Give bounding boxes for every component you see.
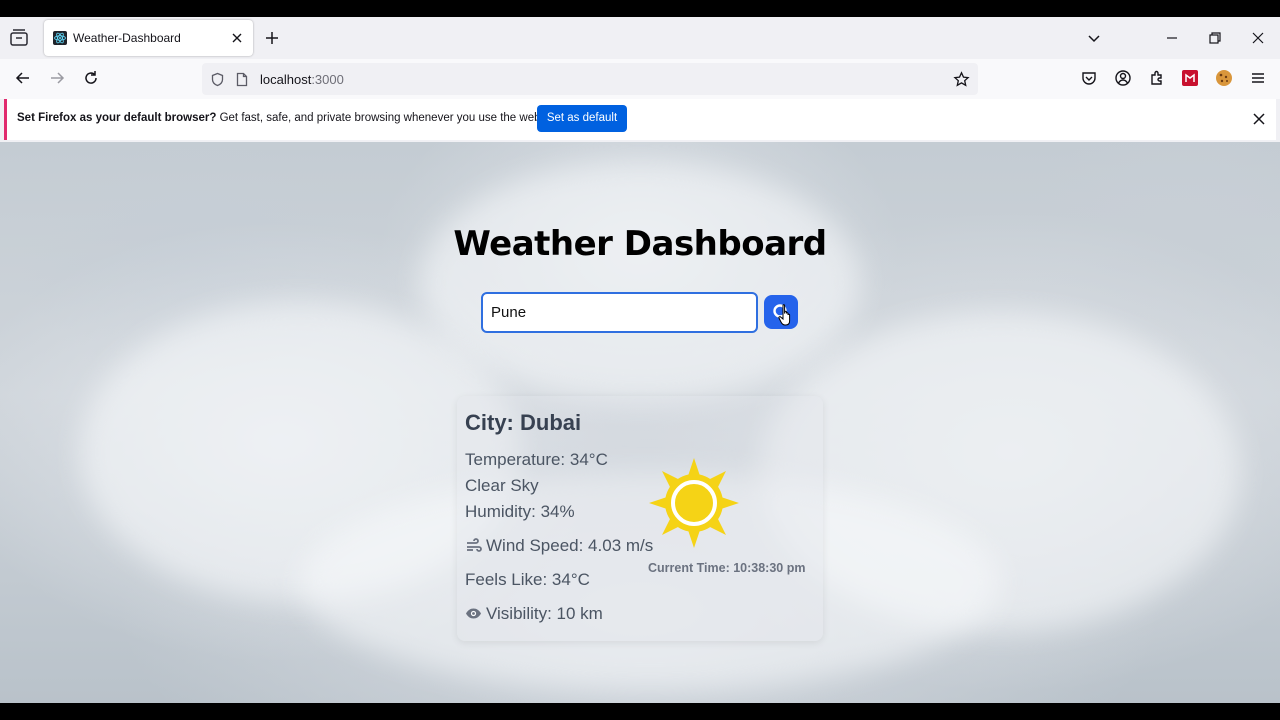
- cloud-background: [420, 162, 860, 402]
- tab-strip: Weather-Dashboard: [0, 17, 1280, 59]
- set-as-default-button[interactable]: Set as default: [537, 105, 627, 132]
- page-title: Weather Dashboard: [453, 224, 827, 264]
- firefox-view-icon[interactable]: [8, 27, 30, 49]
- condition-text: Clear Sky: [465, 476, 539, 495]
- feels-like-text: Feels Like: 34°C: [465, 570, 590, 589]
- menu-hamburger-icon[interactable]: [1249, 69, 1267, 87]
- back-arrow-icon[interactable]: [14, 69, 32, 87]
- wind-speed-text: Wind Speed: 4.03 m/s: [486, 536, 654, 555]
- cookie-icon[interactable]: [1215, 69, 1233, 87]
- page-content: Weather Dashboard City: Dubai Temperatur…: [0, 142, 1280, 703]
- extensions-icon[interactable]: [1148, 69, 1166, 87]
- url-bar[interactable]: localhost:3000: [202, 63, 978, 95]
- new-tab-icon[interactable]: [263, 29, 281, 47]
- minimize-icon[interactable]: [1164, 30, 1180, 46]
- react-favicon-icon: [53, 31, 67, 45]
- browser-window: Weather-Dashboard localhost:3000 Set Fir…: [0, 17, 1280, 703]
- wind-icon: [467, 538, 482, 552]
- city-search-input[interactable]: [481, 292, 758, 333]
- hand-cursor-icon: [778, 304, 791, 326]
- weather-card: City: Dubai Temperature: 34°C Clear Sky …: [457, 396, 823, 641]
- reload-icon[interactable]: [82, 69, 100, 87]
- bookmark-star-icon[interactable]: [953, 71, 970, 88]
- forward-arrow-icon[interactable]: [48, 69, 66, 87]
- pocket-icon[interactable]: [1080, 69, 1098, 87]
- extension-red-icon[interactable]: [1181, 69, 1199, 87]
- navigation-bar: localhost:3000: [0, 59, 1280, 99]
- account-icon[interactable]: [1114, 69, 1132, 87]
- restore-icon[interactable]: [1207, 30, 1223, 46]
- current-time-text: Current Time: 10:38:30 pm: [648, 561, 806, 575]
- humidity-text: Humidity: 34%: [465, 502, 575, 521]
- tab-weather-dashboard[interactable]: Weather-Dashboard: [44, 20, 253, 56]
- eye-icon: [466, 608, 481, 619]
- page-icon[interactable]: [235, 72, 249, 87]
- close-notification-icon[interactable]: [1251, 111, 1267, 127]
- wind-speed-row: Wind Speed: 4.03 m/s: [465, 536, 653, 556]
- city-name: City: Dubai: [465, 410, 582, 435]
- notification-message: Set Firefox as your default browser? Get…: [17, 112, 544, 124]
- default-browser-notification: Set Firefox as your default browser? Get…: [4, 99, 1276, 140]
- temperature-text: Temperature: 34°C: [465, 450, 608, 469]
- sun-icon: [649, 458, 739, 548]
- chevron-down-icon[interactable]: [1086, 30, 1102, 46]
- url-text[interactable]: localhost:3000: [260, 72, 344, 87]
- visibility-row: Visibility: 10 km: [465, 604, 603, 624]
- close-tab-icon[interactable]: [229, 30, 245, 46]
- visibility-text: Visibility: 10 km: [486, 604, 603, 623]
- window-close-icon[interactable]: [1250, 30, 1266, 46]
- tab-title: Weather-Dashboard: [73, 31, 181, 45]
- shield-icon[interactable]: [210, 72, 225, 87]
